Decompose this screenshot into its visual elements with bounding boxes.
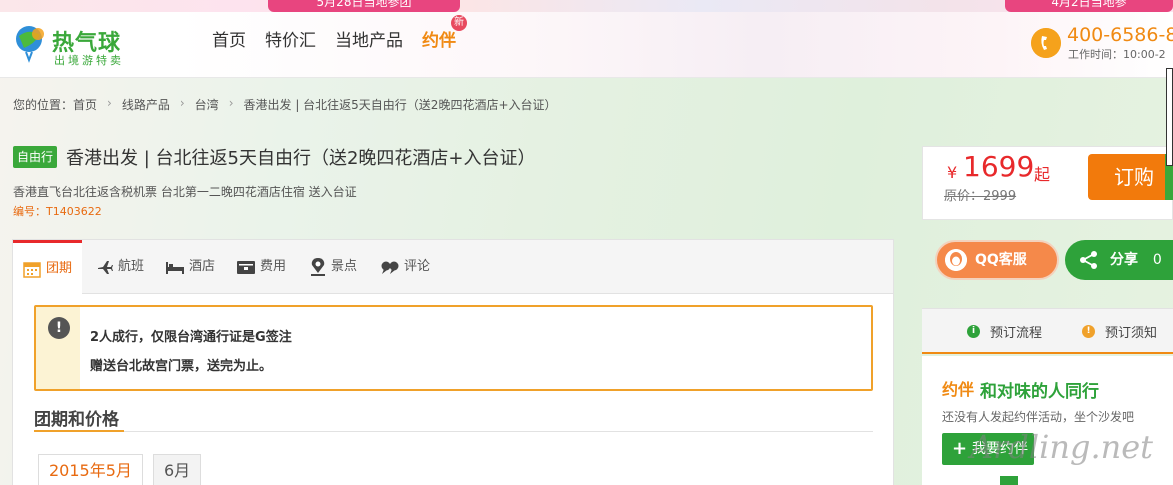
booking-flow-link[interactable]: i 预订流程 (967, 322, 1042, 341)
breadcrumb-chevron-icon: › (107, 96, 112, 110)
breadcrumb: 您的位置： 首页 › 线路产品 › 台湾 › 香港出发 | 台北往返5天自由行（… (13, 96, 557, 113)
share-count: 0 (1152, 252, 1162, 268)
tab-sights[interactable]: 景点 (310, 240, 357, 294)
share-icon (1080, 251, 1097, 269)
notice-line-2: 赠送台北故宫门票，送完为止。 (90, 359, 273, 374)
notice-line-1: 2人成行，仅限台湾通行证是G签注 (90, 330, 292, 345)
original-price: 原价：2999 (944, 189, 1017, 204)
tab-reviews-label: 评论 (404, 259, 431, 274)
month-tab-june[interactable]: 6月 (153, 454, 202, 485)
detail-panel: 团期 航班 酒店 费用 景点 评论 ! 2人成行，仅限台湾通行证是G签注 赠送台… (12, 239, 894, 485)
plus-icon: + (952, 438, 968, 459)
phone-icon (1031, 28, 1061, 58)
tab-sights-label: 景点 (331, 259, 358, 274)
calendar-icon (23, 262, 41, 278)
exclamation-icon: ! (48, 317, 70, 339)
comment-icon (381, 261, 399, 274)
breadcrumb-chevron-icon: › (179, 96, 185, 110)
logo-slogan: 出境游特卖 (54, 54, 124, 67)
watermark-text: Ardling.net (970, 428, 1154, 466)
site-logo[interactable]: 热气球 出境游特卖 (14, 24, 138, 68)
tab-fees[interactable]: 费用 (237, 240, 286, 294)
share-label: 分享 (1110, 252, 1138, 268)
tab-schedule-label: 团期 (46, 261, 73, 276)
balloon-logo-icon (16, 26, 44, 63)
notice-sidebar: ! (36, 307, 80, 389)
location-icon (311, 258, 325, 276)
qq-service-button[interactable]: QQ客服 (935, 240, 1059, 280)
tab-schedule[interactable]: 团期 (13, 240, 83, 295)
companion-title: 和对味的人同行 (980, 382, 1099, 402)
companion-description: 还没有人发起约伴活动，坐个沙发吧 (942, 410, 1135, 424)
product-type-tag: 自由行 (13, 146, 58, 168)
companion-logo: 约伴 (942, 380, 975, 399)
new-badge: 新 (451, 15, 467, 31)
booking-notes-link[interactable]: ! 预订须知 (1082, 322, 1157, 341)
breadcrumb-routes[interactable]: 线路产品 (122, 96, 170, 113)
nav-companion[interactable]: 约伴新 (422, 15, 467, 53)
booking-notes-label: 预订须知 (1105, 326, 1158, 341)
info-icon: i (967, 325, 980, 338)
wallet-icon (237, 261, 255, 274)
site-header: 热气球 出境游特卖 首页 特价汇 当地产品 约伴新 400-6586-8 工作时… (0, 12, 1173, 78)
detail-tabs: 团期 航班 酒店 费用 景点 评论 (13, 240, 893, 295)
product-code: 编号：T1403622 (13, 205, 102, 218)
price-currency: ¥ (947, 163, 958, 182)
qq-label: QQ客服 (975, 252, 1027, 268)
price-value: 1699 (963, 150, 1035, 183)
product-title: 香港出发 | 台北往返5天自由行（送2晚四花酒店+入台证） (66, 148, 536, 169)
booking-info-row: i 预订流程 ! 预订须知 (922, 308, 1173, 354)
share-button[interactable]: 分享 0 (1065, 240, 1173, 280)
nav-local-products[interactable]: 当地产品 (335, 29, 403, 53)
booking-flow-label: 预订流程 (990, 326, 1043, 341)
tab-hotel-label: 酒店 (189, 259, 216, 274)
nav-deals[interactable]: 特价汇 (265, 29, 316, 53)
banner-promo-left[interactable]: 5月28日当地参团 (268, 0, 460, 12)
hotline-number: 400-6586-8 (1067, 24, 1173, 46)
warning-icon: ! (1082, 325, 1095, 338)
price-suffix: 起 (1034, 165, 1051, 184)
month-tab-may[interactable]: 2015年5月 (38, 454, 143, 485)
plane-icon (98, 261, 113, 274)
banner-promo-right[interactable]: 4月2日当地参 (1005, 0, 1173, 12)
breadcrumb-taiwan[interactable]: 台湾 (195, 96, 219, 113)
schedule-section-title: 团期和价格 (34, 410, 119, 430)
booking-notice: ! 2人成行，仅限台湾通行证是G签注 赠送台北故宫门票，送完为止。 (34, 305, 873, 391)
edge-popup[interactable] (1166, 68, 1173, 166)
top-banner[interactable] (0, 0, 1173, 12)
section-underline (34, 430, 124, 432)
work-hours: 工作时间：10:00-2 (1068, 48, 1166, 61)
tab-flight[interactable]: 航班 (97, 240, 144, 294)
nav-home[interactable]: 首页 (212, 29, 246, 53)
tab-fees-label: 费用 (260, 259, 287, 274)
nav-companion-label: 约伴 (422, 31, 456, 51)
banner-right-text: 4月2日当地参 (1051, 0, 1127, 9)
tab-flight-label: 航班 (118, 259, 145, 274)
section-divider (34, 431, 873, 432)
breadcrumb-current: 香港出发 | 台北往返5天自由行（送2晚四花酒店+入台证） (243, 98, 557, 112)
bed-icon (166, 262, 184, 274)
breadcrumb-home[interactable]: 首页 (73, 96, 97, 113)
breadcrumb-chevron-icon: › (228, 96, 234, 110)
tab-reviews[interactable]: 评论 (381, 240, 430, 294)
qq-penguin-icon (945, 249, 967, 271)
banner-left-text: 5月28日当地参团 (316, 0, 412, 9)
tab-hotel[interactable]: 酒店 (166, 240, 215, 294)
main-nav: 首页 特价汇 当地产品 约伴新 (212, 15, 475, 53)
green-block (1000, 476, 1018, 485)
breadcrumb-prefix: 您的位置： (13, 98, 74, 112)
order-button[interactable]: 订购 (1088, 154, 1173, 200)
product-description: 香港直飞台北往返含税机票 台北第一二晚四花酒店住宿 送入台证 (13, 185, 357, 199)
